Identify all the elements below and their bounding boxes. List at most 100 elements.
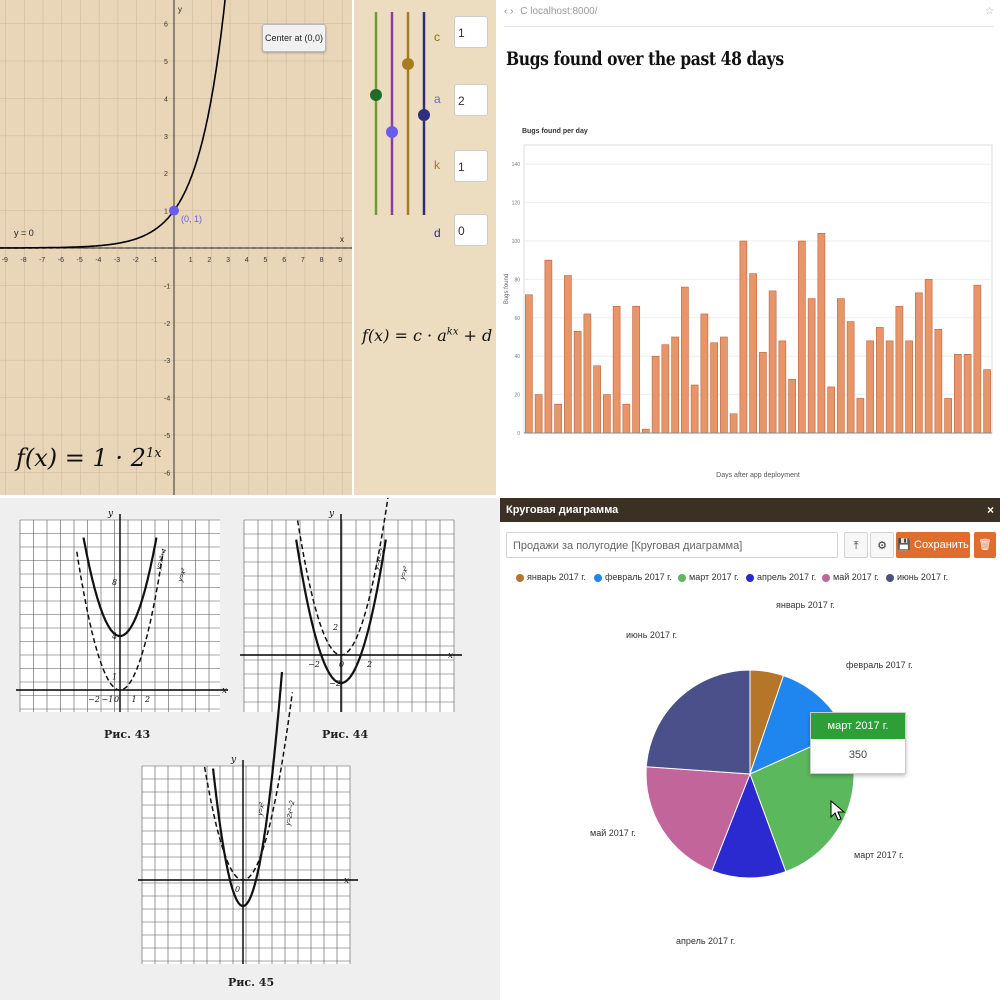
x-axis-label: x — [222, 686, 227, 696]
figure-caption-45: Рис. 45 — [228, 976, 275, 989]
bar — [876, 327, 884, 434]
bar — [661, 344, 670, 434]
bar — [681, 286, 689, 434]
param-input-d[interactable]: 0 — [454, 214, 488, 246]
x-tick-label: -9 — [2, 257, 8, 264]
slice-label-may: май 2017 г. — [590, 828, 636, 838]
legend-swatch — [886, 573, 894, 582]
upload-icon[interactable]: ⤒ — [844, 532, 868, 558]
bar — [564, 275, 572, 434]
chart-title-input[interactable]: Продажи за полугодие [Круговая диаграмма… — [506, 532, 838, 558]
y-tick-label: -5 — [164, 433, 170, 440]
gear-icon[interactable]: ⚙ — [870, 532, 894, 558]
legend-item-may[interactable]: май 2017 г. — [822, 572, 879, 582]
x-axis-label: Days after app deployment — [716, 472, 800, 479]
bar — [866, 340, 874, 434]
slice-label-feb: февраль 2017 г. — [846, 660, 913, 670]
forward-icon[interactable]: › — [510, 6, 513, 17]
bar — [905, 340, 913, 434]
legend-item-jan[interactable]: январь 2017 г. — [516, 572, 586, 582]
param-label-a: a — [434, 92, 441, 106]
bar — [739, 240, 748, 434]
bar — [924, 279, 933, 434]
legend-item-mar[interactable]: март 2017 г. — [678, 572, 739, 582]
tick-label: −1 — [102, 695, 114, 704]
y-tick-label: 140 — [512, 162, 521, 168]
pie-chart[interactable] — [500, 588, 1000, 988]
param-input-k[interactable]: 1 — [454, 150, 488, 182]
y-tick-label: 120 — [512, 201, 521, 207]
window-title-bar: Круговая диаграмма × — [500, 498, 1000, 522]
x-axis-label: x — [448, 651, 453, 661]
back-icon[interactable]: ‹ — [504, 6, 507, 17]
parabola-figures: yx841−2 −1 0 1 2y=x²+4y=x²yx2−2 0 2−2y=x²−2y=x… — [16, 498, 462, 964]
bar — [827, 386, 835, 434]
y-tick-label: 0 — [517, 431, 520, 437]
function-graph-panel[interactable]: x y -9 -8 -7 -6 -5 -4 -3 -2 -1 1 2 3 4 5 6 7 8 9 6 5 4 3 2 1 -1 -2 -… — [0, 0, 352, 495]
x-tick-label: -1 — [151, 257, 157, 264]
legend-swatch — [822, 573, 830, 582]
bar — [944, 398, 952, 434]
y-tick-label: 4 — [164, 96, 168, 103]
param-label-d: d — [434, 226, 441, 240]
tick-label: 2 — [366, 660, 372, 669]
bar — [778, 340, 787, 434]
x-axis-label: x — [344, 876, 349, 886]
legend-item-feb[interactable]: февраль 2017 г. — [594, 572, 672, 582]
close-icon[interactable]: × — [987, 498, 994, 522]
legend-item-jun[interactable]: июнь 2017 г. — [886, 572, 948, 582]
mouse-cursor-icon — [830, 800, 846, 821]
graph-canvas[interactable]: x y -9 -8 -7 -6 -5 -4 -3 -2 -1 1 2 3 4 5 6 7 8 9 6 5 4 3 2 1 -1 -2 -… — [0, 0, 352, 495]
address-bar[interactable]: ‹ › C localhost:8000/ ☆ — [504, 6, 994, 27]
parabola-figures-panel: y x 8 4 1 −2 −1 0 1 2 y=x²+4 y=x² y x 2 −2 0 2 −2 y=x²−2 y=x… — [0, 498, 500, 1000]
slider-knob-k[interactable] — [402, 58, 414, 70]
x-tick-label: 8 — [320, 257, 324, 264]
bar — [642, 428, 650, 434]
center-button[interactable]: Center at (0,0) — [262, 24, 326, 52]
param-input-a[interactable]: 2 — [454, 84, 488, 116]
bookmark-icon[interactable]: ☆ — [985, 6, 994, 17]
save-button[interactable]: 💾 Сохранить — [896, 532, 970, 558]
y-tick-label: 1 — [164, 209, 168, 216]
figure-caption-44: Рис. 44 — [322, 728, 369, 741]
y-axis-label: y — [230, 755, 237, 765]
bar — [593, 365, 601, 434]
param-label-c: c — [434, 30, 440, 44]
legend-swatch — [516, 573, 524, 582]
tick-label: 1 — [132, 695, 137, 704]
bar — [915, 292, 923, 434]
bar — [837, 298, 845, 434]
pie-slice-jun[interactable] — [645, 669, 751, 775]
bar — [983, 369, 991, 434]
x-tick-label: -2 — [133, 257, 139, 264]
bar — [729, 413, 738, 434]
y-tick-label: 60 — [514, 316, 520, 322]
page-title: Bugs found over the past 48 days — [506, 48, 784, 70]
legend-item-apr[interactable]: апрель 2017 г. — [746, 572, 816, 582]
slider-knob-a[interactable] — [386, 126, 398, 138]
y-tick-label: -3 — [164, 358, 170, 365]
slider-knob-c[interactable] — [370, 89, 382, 101]
chart-title: Bugs found per day — [522, 128, 588, 135]
tick-label: 0 — [114, 695, 119, 704]
y-tick-label: 3 — [164, 134, 168, 141]
parameter-slider-panel: c 1 a 2 k 1 d 0 f(x) = c · akx + d — [354, 0, 496, 495]
x-tick-label: 6 — [282, 257, 286, 264]
bar — [885, 340, 894, 434]
y-tick-label: 40 — [514, 354, 520, 360]
graph-formula: f(x) = 1 · 21x — [16, 444, 162, 472]
point-label: (0, 1) — [181, 214, 203, 224]
x-tick-label: -3 — [114, 257, 120, 264]
bar — [768, 290, 777, 434]
slider-knob-d[interactable] — [418, 109, 430, 121]
y-tick-label: -6 — [164, 470, 170, 477]
slice-label-mar: март 2017 г. — [854, 850, 904, 860]
param-input-c[interactable]: 1 — [454, 16, 488, 48]
bug-bar-chart: Bugs found per day 0 20 40 60 80 100 120 140 Bugs… — [504, 128, 993, 479]
y-tick-label: -2 — [164, 321, 170, 328]
y-axis-label: Bugs found — [504, 274, 510, 304]
x-tick-label: -4 — [95, 257, 101, 264]
x-tick-label: -5 — [77, 257, 83, 264]
trash-icon[interactable]: 🗑 — [974, 532, 996, 558]
x-tick-label: -7 — [39, 257, 45, 264]
